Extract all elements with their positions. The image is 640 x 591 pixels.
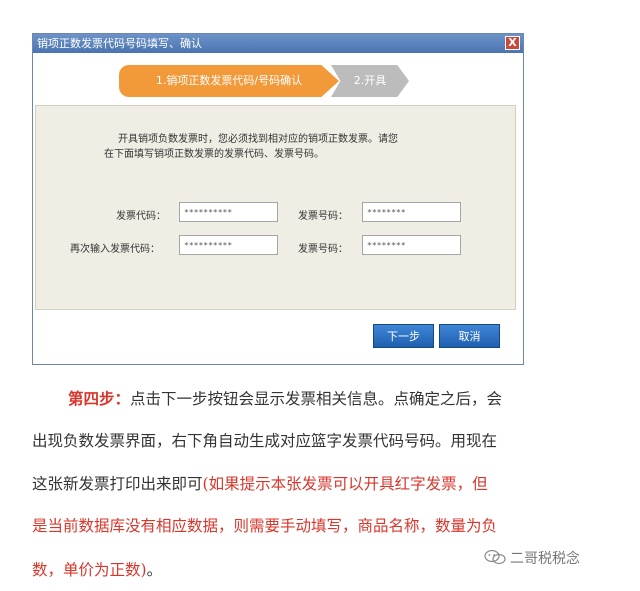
instruction-line-2: 在下面填写销项正数发票的发票代码、发票号码。 [104,149,324,160]
step-indicator: 1.销项正数发票代码/号码确认 2.开具 [119,65,519,97]
wechat-icon [484,550,506,565]
article-line-4: 是当前数据库没有相应数据，则需要手动填写，商品名称，数量为负 [32,517,498,535]
article-line-3-red: (如果提示本张发票可以开具红字发票，但 [202,475,488,493]
watermark-text: 二哥税税念 [510,551,580,567]
article-line-5-red: 数，单价为正数) [32,561,147,579]
invoice-number-label: 发票号码： [298,211,348,222]
instruction-text: 开具销项负数发票时，您必须找到相对应的销项正数发票。请您 在下面填写销项正数发票… [104,132,484,162]
confirm-invoice-number-input[interactable]: ******** [362,235,461,255]
confirm-invoice-code-input[interactable]: ********** [179,235,278,255]
article-line-3: 这张新发票打印出来即可(如果提示本张发票可以开具红字发票，但 [32,472,632,494]
dialog-title: 销项正数发票代码号码填写、确认 [37,37,202,50]
dialog-titlebar: 销项正数发票代码号码填写、确认 X [33,34,523,53]
article-line-1-text: 点击下一步按钮会显示发票相关信息。点确定之后，会 [130,390,503,408]
step-1: 1.销项正数发票代码/号码确认 [119,65,339,97]
close-button[interactable]: X [505,36,520,50]
step-2: 2.开具 [331,65,409,97]
invoice-code-input[interactable]: ********** [179,202,278,222]
step-label: 第四步： [68,390,131,408]
invoice-confirm-dialog: 销项正数发票代码号码填写、确认 X 1.销项正数发票代码/号码确认 2.开具 开… [32,33,524,365]
article-line-1: 第四步：点击下一步按钮会显示发票相关信息。点确定之后，会 [32,387,632,409]
watermark: 二哥税税念 [484,548,580,568]
close-icon: X [508,36,517,49]
next-button[interactable]: 下一步 [373,324,434,348]
article-line-2: 出现负数发票界面，右下角自动生成对应篮字发票代码号码。用现在 [32,432,498,450]
article-line-3-text: 这张新发票打印出来即可 [32,475,203,493]
invoice-number-input[interactable]: ******** [362,202,461,222]
cancel-button[interactable]: 取消 [439,324,500,348]
article-line-5-end: 。 [146,561,163,579]
form-panel: 开具销项负数发票时，您必须找到相对应的销项正数发票。请您 在下面填写销项正数发票… [35,105,516,310]
invoice-code-label: 发票代码： [116,211,166,222]
confirm-invoice-code-label: 再次输入发票代码： [70,244,160,255]
confirm-invoice-number-label: 发票号码： [298,244,348,255]
instruction-line-1: 开具销项负数发票时，您必须找到相对应的销项正数发票。请您 [118,134,398,145]
